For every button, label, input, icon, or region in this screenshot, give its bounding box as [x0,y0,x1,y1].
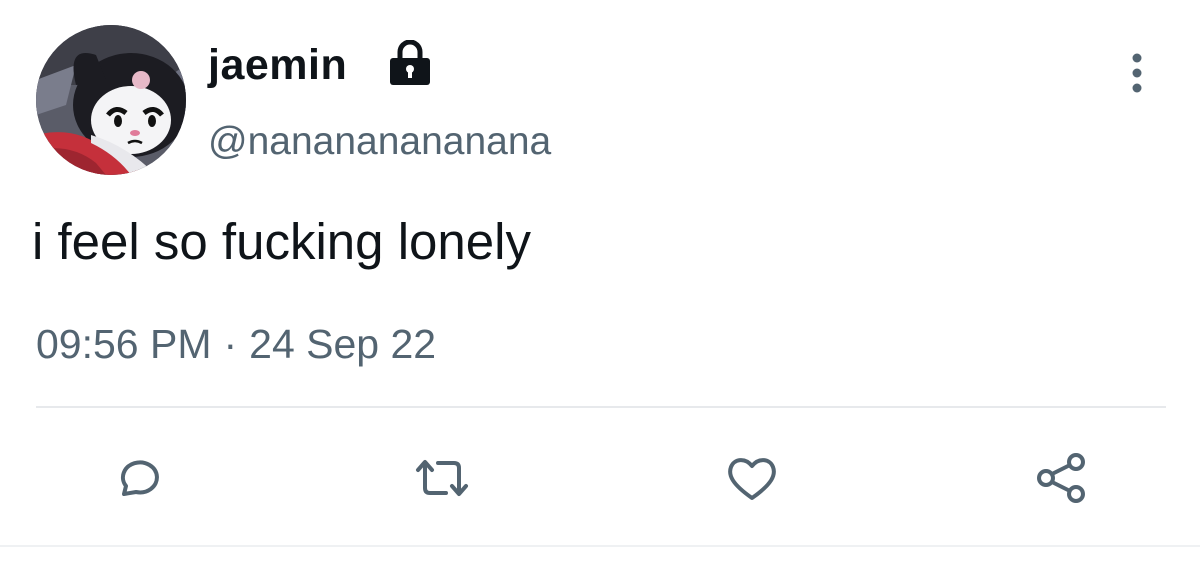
share-button[interactable] [1030,446,1094,510]
tweet-card: jaemin @nanananananana i feel so fucking… [0,0,1200,565]
tweet-text: i feel so fucking lonely [32,213,531,270]
profile-avatar[interactable] [36,25,186,175]
vertical-ellipsis-icon[interactable] [1122,50,1152,96]
retweet-button[interactable] [410,446,474,510]
tweet-date: 24 Sep 22 [249,321,437,367]
heart-icon [728,458,776,500]
meta-separator: · [223,321,238,367]
user-handle[interactable]: @nanananananana [208,118,551,166]
like-button[interactable] [720,446,784,510]
display-name[interactable]: jaemin [208,40,347,90]
kuromi-avatar-image [36,25,186,175]
lock-icon [385,39,435,86]
comment-icon [120,460,159,496]
bottom-divider [0,545,1200,547]
tweet-time: 09:56 PM [36,321,212,367]
retweet-icon [416,460,468,496]
tweet-timestamp[interactable]: 09:56 PM · 24 Sep 22 [36,318,436,370]
divider [36,406,1166,408]
share-icon [1037,453,1085,503]
reply-button[interactable] [104,446,168,510]
